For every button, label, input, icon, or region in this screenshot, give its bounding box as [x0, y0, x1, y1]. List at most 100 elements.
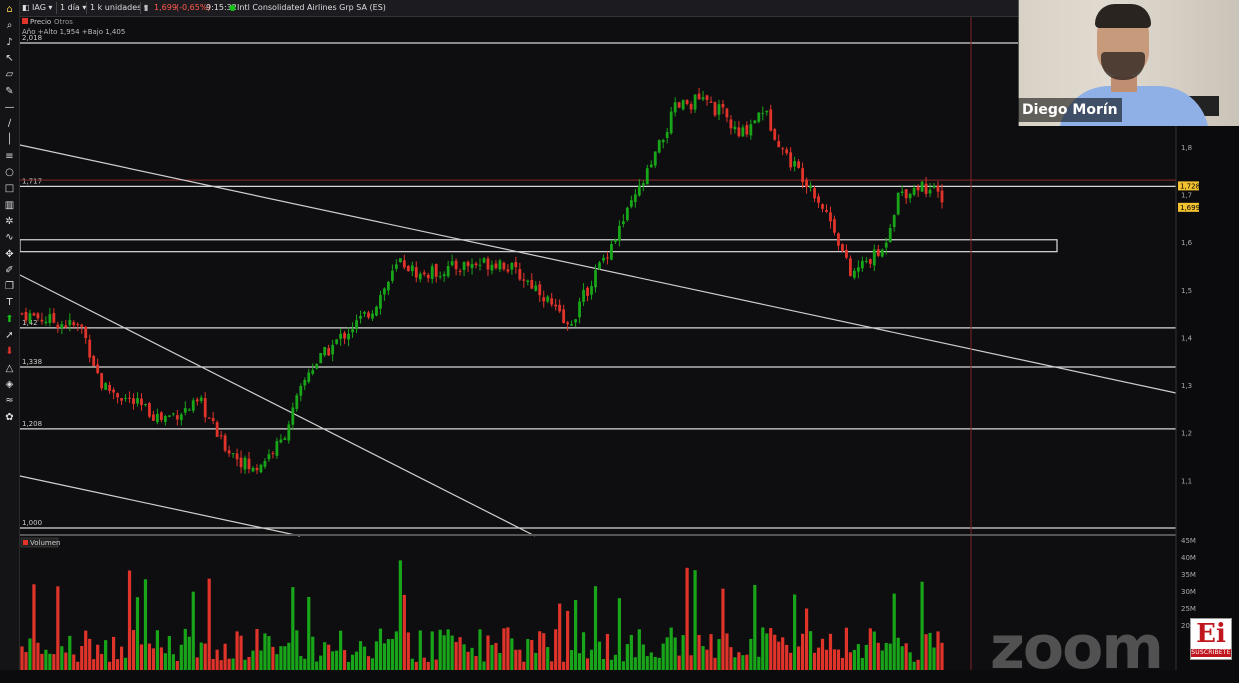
- candle-body: [462, 262, 466, 270]
- volume-bar: [44, 649, 48, 670]
- candle-body: [538, 284, 542, 296]
- candle-body: [116, 393, 119, 398]
- candle-body: [860, 260, 864, 269]
- volume-bar: [362, 646, 367, 670]
- trend-line-icon[interactable]: ∕: [3, 117, 16, 130]
- volume-bar: [303, 658, 307, 670]
- candle-body: [195, 399, 199, 402]
- candle-body: [848, 258, 852, 276]
- candle-body: [299, 385, 303, 396]
- volume-bar: [840, 657, 845, 670]
- candle-body: [263, 461, 267, 467]
- candle-body: [546, 296, 550, 302]
- candle-body: [163, 416, 167, 422]
- volume-bar: [147, 643, 152, 670]
- volume-bar: [653, 656, 657, 670]
- candle-body: [458, 270, 462, 272]
- price-tick: 1,6: [1181, 239, 1193, 247]
- volume-bar: [530, 640, 534, 670]
- volume-bar: [426, 661, 430, 670]
- candle-body: [319, 353, 323, 364]
- rectangle-icon[interactable]: □: [3, 182, 16, 195]
- candle-body: [132, 398, 135, 405]
- candle-body: [598, 262, 601, 270]
- candle-body: [522, 279, 526, 281]
- ei-logo[interactable]: Ei SUSCRÍBETE: [1190, 618, 1232, 660]
- candle-body: [888, 228, 892, 243]
- volume-bar: [928, 632, 932, 670]
- candle-body: [100, 373, 104, 389]
- volume-bar: [570, 650, 574, 670]
- volume-bar: [370, 658, 375, 670]
- candle-body: [490, 264, 494, 271]
- candle-body: [673, 102, 677, 113]
- candle-body: [709, 101, 713, 103]
- palette-icon[interactable]: ✿: [3, 411, 16, 424]
- arrow-up-icon[interactable]: ⬆: [3, 313, 16, 326]
- fibonacci-icon[interactable]: ≡: [3, 150, 16, 163]
- candle-body: [494, 263, 498, 269]
- chart-tabs[interactable]: Precio Otros: [22, 18, 73, 26]
- volume-bar: [135, 597, 140, 670]
- volume-bar: [669, 627, 673, 670]
- home-icon[interactable]: ⌂: [3, 3, 16, 16]
- volume-bar: [757, 656, 761, 670]
- candle-body: [900, 191, 904, 194]
- candle-body: [793, 161, 797, 167]
- candle-body: [187, 409, 191, 411]
- ellipse-icon[interactable]: ○: [3, 166, 16, 179]
- candle-body: [721, 103, 725, 108]
- zoom-icon[interactable]: ⌕: [3, 19, 16, 32]
- volume-bar: [247, 656, 251, 670]
- copy-icon[interactable]: ❐: [3, 280, 16, 293]
- bell-icon[interactable]: ♪: [3, 36, 16, 49]
- candle-body: [351, 329, 354, 333]
- volume-bar: [350, 654, 355, 670]
- volume-bar: [131, 629, 136, 670]
- cursor-icon[interactable]: ↖: [3, 52, 16, 65]
- symbol-selector[interactable]: IAG ▾: [32, 0, 52, 16]
- text-icon[interactable]: T: [3, 296, 16, 309]
- vertical-line-icon[interactable]: │: [3, 133, 16, 146]
- interval-selector[interactable]: 1 día ▾: [60, 0, 86, 16]
- triangle-icon[interactable]: △: [3, 362, 16, 375]
- arrow-down-icon[interactable]: ⬇: [3, 345, 16, 358]
- volume-bar: [506, 627, 510, 670]
- indicator-icon[interactable]: ∿: [3, 231, 16, 244]
- pencil-icon[interactable]: ✎: [3, 85, 16, 98]
- candle-body: [84, 326, 88, 339]
- candle-body: [235, 453, 239, 460]
- settings-icon[interactable]: ✲: [3, 215, 16, 228]
- brush-icon[interactable]: ✐: [3, 264, 16, 277]
- volume-bar: [932, 647, 936, 670]
- volume-bar: [470, 647, 474, 670]
- horizontal-line-icon[interactable]: —: [3, 101, 16, 114]
- candle-body: [88, 339, 92, 358]
- ruler-icon[interactable]: ▱: [3, 68, 16, 81]
- candle-body: [657, 140, 661, 153]
- candle-body: [685, 100, 689, 104]
- trash-icon[interactable]: ▥: [3, 199, 16, 212]
- wave-icon[interactable]: ≈: [3, 394, 16, 407]
- price-tag-label: 1,728: [1180, 182, 1200, 190]
- volume-bar: [601, 659, 606, 670]
- volume-tick: 35M: [1181, 571, 1196, 579]
- volume-bar: [797, 646, 801, 670]
- volume-bar: [474, 655, 478, 670]
- volume-bar: [888, 643, 892, 670]
- candle-body: [171, 413, 175, 415]
- move-icon[interactable]: ✥: [3, 248, 16, 261]
- volume-tick: 25M: [1181, 605, 1196, 613]
- candle-body: [872, 249, 876, 266]
- volume-bar: [701, 646, 705, 670]
- pattern-icon[interactable]: ◈: [3, 378, 16, 391]
- candle-body: [343, 332, 346, 339]
- candle-body: [398, 258, 402, 263]
- candle-body: [426, 274, 430, 279]
- volume-bar: [462, 644, 466, 670]
- volume-bar: [892, 593, 896, 670]
- arrow-icon[interactable]: ➚: [3, 329, 16, 342]
- candle-body: [219, 435, 223, 437]
- volume-bar: [402, 594, 406, 670]
- candle-body: [717, 104, 721, 115]
